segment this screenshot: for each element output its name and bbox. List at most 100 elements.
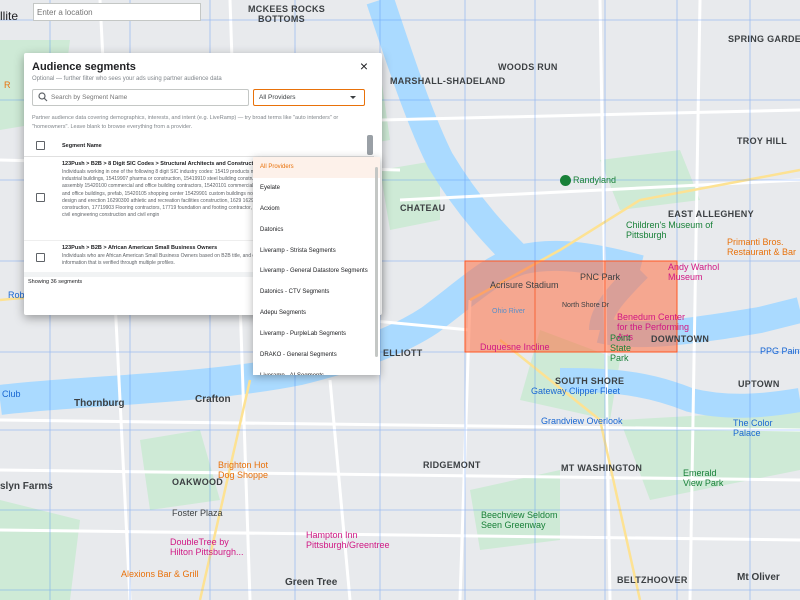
neighborhood-label: slyn Farms [0,481,53,492]
poi-randyland[interactable]: Randyland [560,175,617,187]
segments-count: Showing 36 segments [28,279,83,285]
poi-warhol[interactable]: Andy Warhol Museum [668,262,738,282]
poi-label: Children's Museum of Pittsburgh [626,220,713,240]
river-name: Ohio River [492,308,526,315]
poi-label: Acrisure Stadium [490,280,559,290]
neighborhood-label: EAST ALLEGHENY [668,209,754,219]
poi-label: Foster Plaza [172,508,223,518]
neighborhood-label: SPRING GARDEN [728,34,800,44]
provider-option[interactable]: Eyelate [253,178,380,199]
segment-title: 123Push > B2B > African American Small B… [62,245,218,251]
neighborhood-label: MCKEES ROCKS [248,4,326,14]
poi-point-state-park[interactable]: Point State Park [610,333,650,363]
poi-label: PNC Park [580,272,621,282]
provider-option[interactable]: All Providers [253,157,380,178]
segment-search-box[interactable] [32,89,249,106]
neighborhood-label: MARSHALL-SHADELAND [390,76,506,86]
poi-ppg-arena[interactable]: PPG Paints Arena [760,346,800,356]
poi-label: Brighton Hot Dog Shoppe [218,460,269,480]
poi-label: Emerald View Park [683,468,724,488]
neighborhood-label: BELTZHOOVER [617,575,688,585]
provider-select[interactable]: All Providers [253,89,365,106]
river-label: Ohio River [492,307,525,317]
provider-option[interactable]: DRAKO - General Segments [253,345,380,366]
poi-label: Randyland [573,175,617,185]
neighborhood-label: RIDGEMONT [423,460,481,470]
poi-club[interactable]: Club [2,389,21,399]
row-checkbox[interactable] [36,193,45,202]
poi-duquesne-incline[interactable]: Duquesne Incline [480,342,550,352]
neighborhood-label: Thornburg [74,398,125,409]
provider-option[interactable]: Liveramp - Strista Segments [253,241,380,262]
poi-label: Andy Warhol Museum [668,262,720,282]
poi-doubletree[interactable]: DoubleTree by Hilton Pittsburgh... [170,537,252,557]
neighborhood-label: UPTOWN [738,379,780,389]
poi-label: Grandview Overlook [541,416,623,426]
segment-search-input[interactable] [51,91,241,104]
poi-beechview[interactable]: Beechview Seldom Seen Greenway [481,510,561,530]
satellite-toggle[interactable]: llite [0,9,18,23]
dialog-hint: Partner audience data covering demograph… [32,115,339,130]
provider-option[interactable]: Adepu Segments [253,303,380,324]
neighborhood-label: OAKWOOD [172,477,224,487]
poi-label: Point State Park [610,333,632,363]
poi-label: The Color Palace [733,418,773,438]
provider-option[interactable]: Datonics - CTV Segments [253,282,380,303]
select-all-checkbox[interactable] [36,141,45,150]
neighborhood-label: TROY HILL [737,136,788,146]
provider-option[interactable]: Acxiom [253,199,380,220]
poi-label: R [4,80,11,90]
poi-grandview[interactable]: Grandview Overlook [541,416,623,426]
poi-brighton[interactable]: Brighton Hot Dog Shoppe [218,460,278,480]
poi-robinson[interactable]: Rob [8,290,25,300]
provider-option[interactable]: Datonics [253,220,380,241]
neighborhood-label: Mt Oliver [737,572,780,583]
poi-emerald-view[interactable]: Emerald View Park [683,468,733,488]
close-icon[interactable]: × [360,58,368,74]
neighborhood-label: CHATEAU [400,203,446,213]
dialog-title: Audience segments [32,61,136,73]
neighborhood-label: Crafton [195,394,231,405]
poi-gateway-clipper[interactable]: Gateway Clipper Fleet [531,386,620,396]
poi-label: Primanti Bros. [727,237,784,247]
poi-label: DoubleTree by Hilton Pittsburgh... [170,537,244,557]
neighborhood-label: BOTTOMS [258,14,305,24]
poi-foster-plaza[interactable]: Foster Plaza [172,508,223,518]
table-header: Segment Name [24,135,374,157]
table-scrollbar[interactable] [367,135,373,155]
provider-option[interactable]: Liveramp - AI Segments [253,366,380,375]
place-pin-icon [560,175,571,187]
poi-color-palace[interactable]: The Color Palace [733,418,793,438]
neighborhood-label: MT WASHINGTON [561,463,643,473]
poi-r[interactable]: R [4,80,11,90]
poi-label: Alexions Bar & Grill [121,569,199,579]
dropdown-scrollbar[interactable] [375,167,378,357]
poi-pnc-park[interactable]: PNC Park [580,272,620,282]
provider-option[interactable]: Liveramp - General Datastore Segments [253,261,380,282]
poi-childrens-museum[interactable]: Children's Museum of Pittsburgh [626,220,726,240]
poi-label: Duquesne Incline [480,342,550,352]
street-label: North Shore Dr [562,301,609,311]
provider-dropdown-list: All Providers Eyelate Acxiom Datonics Li… [253,157,380,375]
provider-option[interactable]: Liveramp - PurpleLab Segments [253,324,380,345]
poi-primanti-sub: Restaurant & Bar [727,247,796,257]
neighborhood-label: SOUTH SHORE [555,376,625,386]
poi-primanti[interactable]: Primanti Bros. [727,237,784,247]
poi-label: Hampton Inn Pittsburgh/Greentree [306,530,390,550]
neighborhood-label: WOODS RUN [498,62,558,72]
location-search-input[interactable] [33,3,201,21]
poi-label: PPG Paints Arena [760,346,800,356]
neighborhood-label: ELLIOTT [383,348,423,358]
poi-label: Club [2,389,21,399]
column-header-segment-name[interactable]: Segment Name [62,143,102,149]
poi-hampton[interactable]: Hampton Inn Pittsburgh/Greentree [306,530,390,550]
poi-label: Gateway Clipper Fleet [531,386,621,396]
segment-title: 123Push > B2B > 8 Digit SIC Codes > Stru… [62,161,262,167]
row-checkbox[interactable] [36,253,45,262]
poi-label: Rob [8,290,25,300]
neighborhood-label: Green Tree [285,577,338,588]
street-name: North Shore Dr [562,302,610,309]
poi-acrisure[interactable]: Acrisure Stadium [490,280,559,290]
search-icon [38,92,48,102]
poi-alexions[interactable]: Alexions Bar & Grill [121,569,199,579]
